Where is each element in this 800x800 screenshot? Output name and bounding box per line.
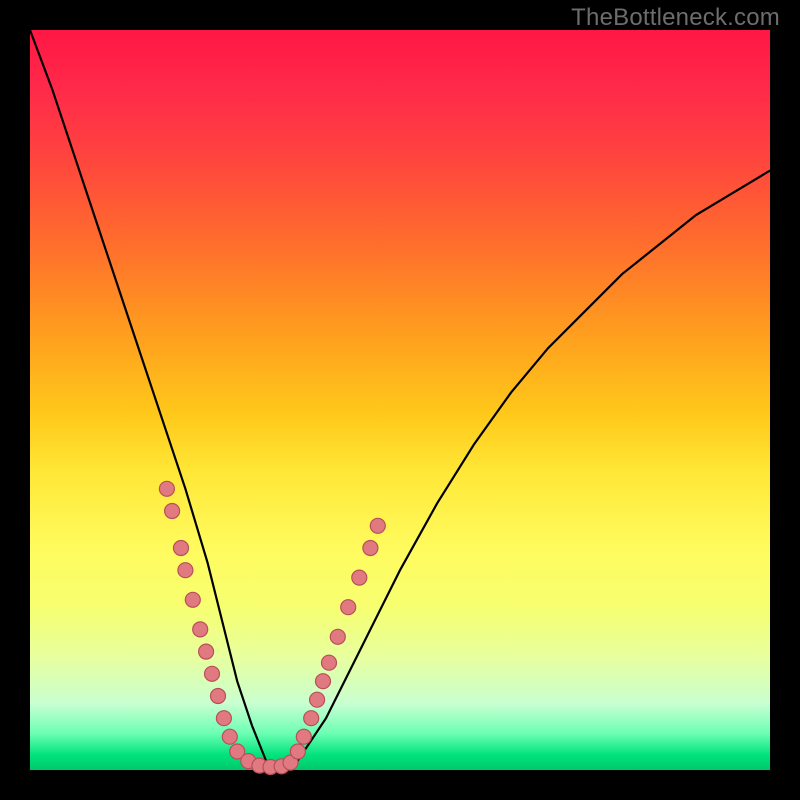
chart-svg [30,30,770,770]
curve-marker [296,729,311,744]
curve-markers-group [159,481,385,774]
curve-marker [205,666,220,681]
curve-marker [174,541,189,556]
curve-marker [159,481,174,496]
chart-frame: TheBottleneck.com [0,0,800,800]
curve-marker [341,600,356,615]
curve-marker [322,655,337,670]
curve-marker [178,563,193,578]
curve-marker [193,622,208,637]
curve-marker [316,674,331,689]
curve-marker [211,689,226,704]
bottleneck-curve-path [30,30,770,770]
curve-marker [290,744,305,759]
curve-marker [216,711,231,726]
curve-marker [370,518,385,533]
curve-marker [222,729,237,744]
curve-marker [363,541,378,556]
curve-marker [352,570,367,585]
curve-marker [165,504,180,519]
curve-marker [199,644,214,659]
curve-marker [304,711,319,726]
watermark-text: TheBottleneck.com [571,4,780,32]
curve-marker [310,692,325,707]
curve-marker [185,592,200,607]
plot-area [30,30,770,770]
curve-marker [330,629,345,644]
